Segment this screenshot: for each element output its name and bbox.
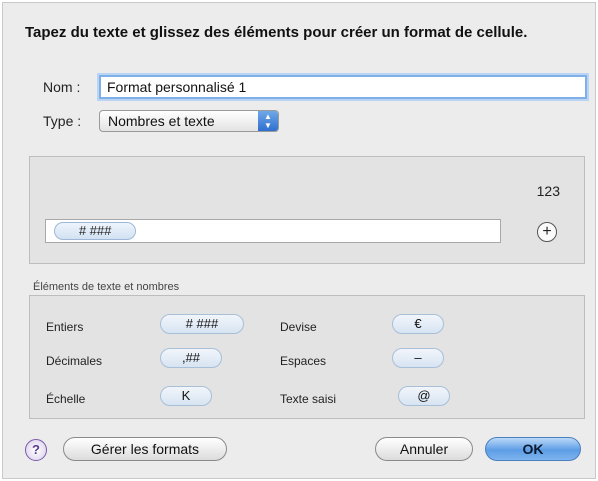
dialog-heading: Tapez du texte et glissez des éléments p… [25, 24, 528, 41]
elements-section-title: Éléments de texte et nombres [33, 281, 180, 293]
decimals-token[interactable]: ,## [160, 348, 222, 368]
entered-text-token[interactable]: @ [398, 386, 450, 406]
updown-arrows-icon: ▲ ▼ [258, 111, 278, 131]
integers-token[interactable]: # ### [160, 314, 244, 334]
scale-token[interactable]: K [160, 386, 212, 406]
ok-button[interactable]: OK [485, 437, 581, 461]
preview-sample-value: 123 [536, 183, 560, 199]
type-popup-value: Nombres et texte [108, 113, 215, 129]
element-label-entered-text: Texte saisi [280, 392, 337, 406]
format-editor-field[interactable]: # ### [45, 219, 501, 243]
element-label-scale: Échelle [46, 392, 86, 406]
plus-circle-icon[interactable]: + [537, 222, 557, 242]
type-label: Type : [43, 113, 82, 129]
format-name-input[interactable] [99, 75, 587, 99]
elements-panel: Entiers # ### Décimales ,## Échelle K De… [29, 295, 585, 419]
element-label-currency: Devise [280, 320, 317, 334]
name-label: Nom : [43, 79, 81, 95]
element-label-integers: Entiers [46, 320, 84, 334]
format-token[interactable]: # ### [54, 222, 136, 240]
currency-token[interactable]: € [392, 314, 444, 334]
help-icon[interactable]: ? [25, 439, 47, 461]
spaces-token[interactable]: – [392, 348, 444, 368]
cancel-button[interactable]: Annuler [375, 437, 473, 461]
format-preview-panel: 123 # ### + [29, 156, 585, 264]
type-popup[interactable]: Nombres et texte ▲ ▼ [99, 110, 279, 132]
element-label-decimals: Décimales [46, 354, 103, 368]
element-label-spaces: Espaces [280, 354, 327, 368]
custom-format-dialog: Tapez du texte et glissez des éléments p… [2, 2, 596, 479]
manage-formats-button[interactable]: Gérer les formats [63, 437, 227, 461]
